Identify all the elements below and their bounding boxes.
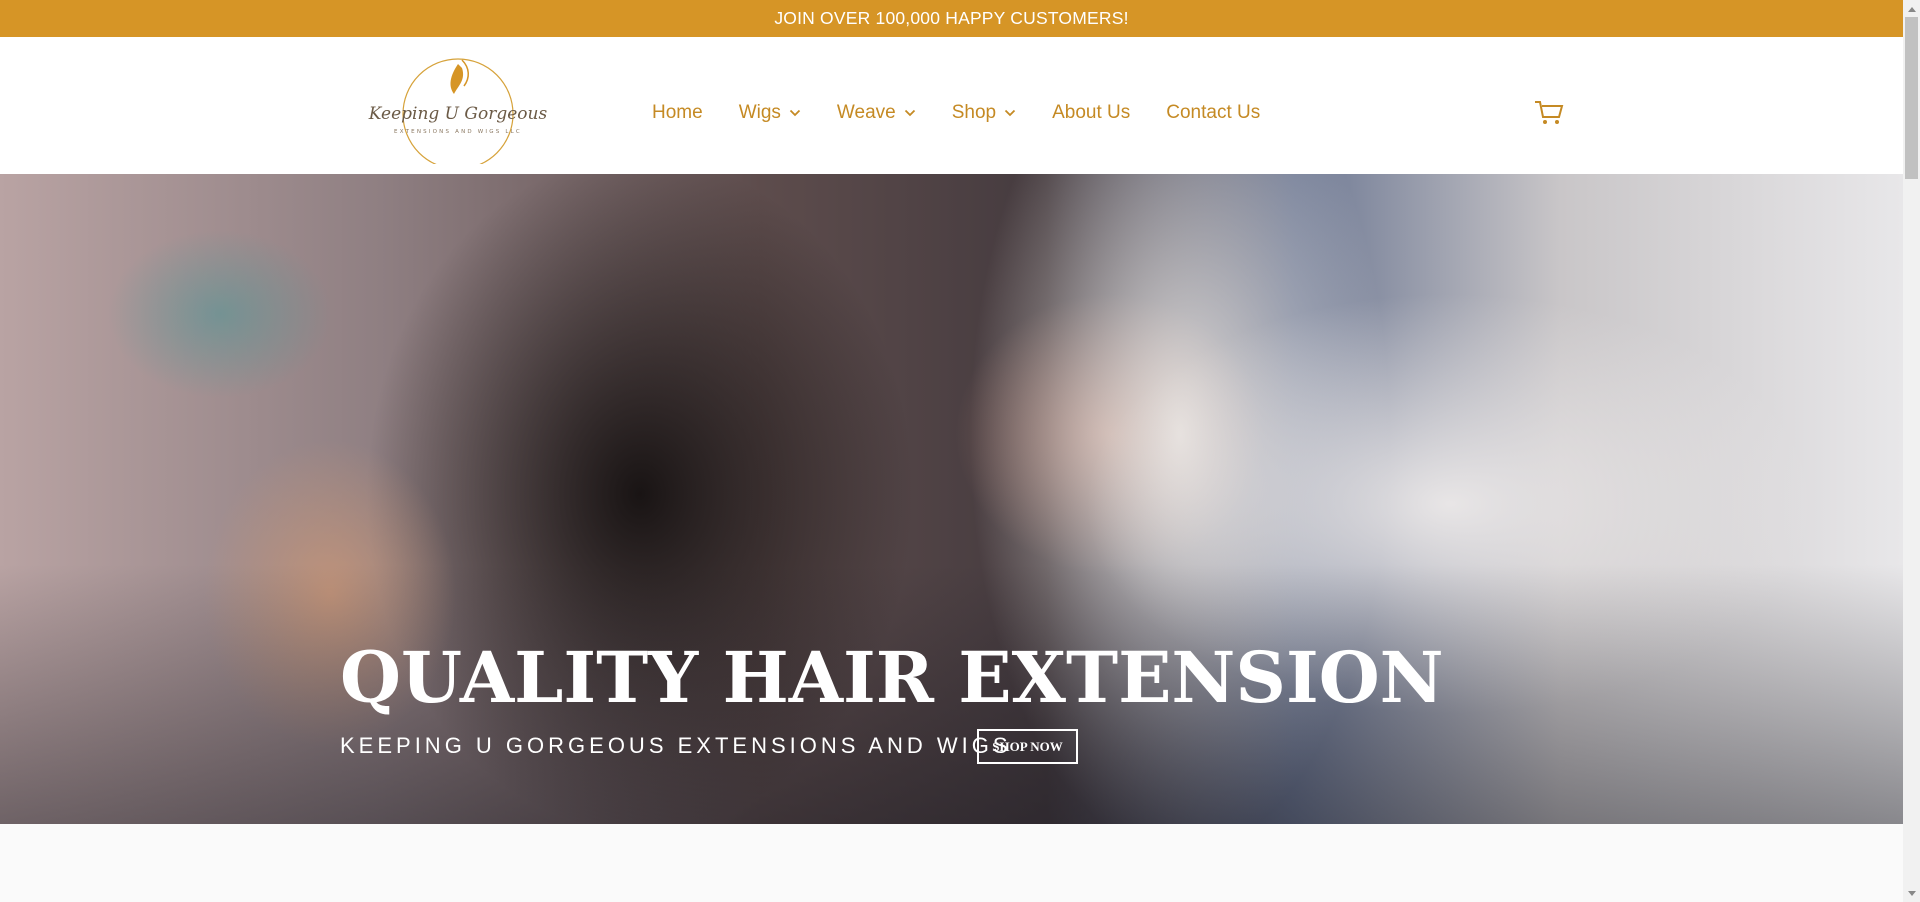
hero-subtitle: KEEPING U GORGEOUS EXTENSIONS AND WIGS <box>340 733 1012 758</box>
next-section <box>0 824 1903 902</box>
nav-wigs[interactable]: Wigs <box>739 102 801 124</box>
nav-home[interactable]: Home <box>652 102 703 124</box>
nav-wigs-label: Wigs <box>738 102 781 123</box>
scroll-up-arrow-icon[interactable] <box>1903 0 1920 17</box>
chevron-down-icon <box>789 109 801 117</box>
main-nav: Home Wigs Weave Shop About Us Contact Us <box>652 102 1296 124</box>
hero-title: QUALITY HAIR EXTENSION <box>340 636 1444 719</box>
scrollbar-thumb[interactable] <box>1905 17 1918 179</box>
hero-banner: QUALITY HAIR EXTENSION KEEPING U GORGEOU… <box>0 174 1903 824</box>
chevron-down-icon <box>1004 109 1016 117</box>
cart-button[interactable] <box>1534 99 1564 127</box>
chevron-down-icon <box>904 109 915 117</box>
nav-home-label: Home <box>652 102 703 123</box>
nav-weave[interactable]: Weave <box>837 102 916 124</box>
site-header: Keeping U Gorgeous EXTENSIONS AND WIGS L… <box>0 37 1903 174</box>
nav-contact-us-label: Contact Us <box>1166 102 1261 123</box>
page-scrollbar[interactable] <box>1903 0 1920 902</box>
logo-tagline: EXTENSIONS AND WIGS LLC <box>394 129 522 135</box>
site-logo[interactable]: Keeping U Gorgeous EXTENSIONS AND WIGS L… <box>362 46 558 170</box>
announcement-text: JOIN OVER 100,000 HAPPY CUSTOMERS! <box>774 8 1129 28</box>
nav-shop-label: Shop <box>951 102 997 123</box>
shop-now-button[interactable]: SHOP NOW <box>977 729 1078 764</box>
announcement-bar: JOIN OVER 100,000 HAPPY CUSTOMERS! <box>0 0 1903 37</box>
nav-contact-us[interactable]: Contact Us <box>1166 102 1260 124</box>
cart-icon <box>1535 101 1564 124</box>
nav-about-us-label: About Us <box>1052 102 1131 123</box>
nav-shop[interactable]: Shop <box>952 102 1016 124</box>
logo-script-text: Keeping U Gorgeous <box>368 104 548 124</box>
scroll-down-arrow-icon[interactable] <box>1903 885 1920 902</box>
logo-image: Keeping U Gorgeous EXTENSIONS AND WIGS L… <box>368 58 548 170</box>
nav-about-us[interactable]: About Us <box>1052 102 1130 124</box>
nav-weave-label: Weave <box>836 102 896 123</box>
